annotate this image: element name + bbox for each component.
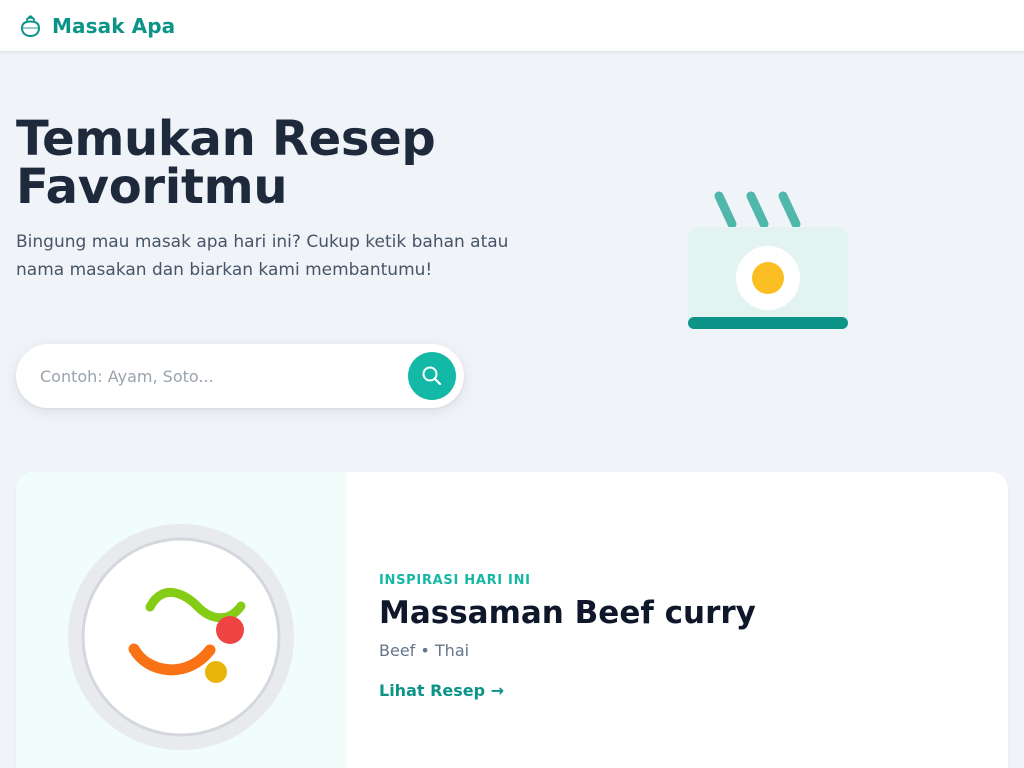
hero-illustration [686, 188, 850, 332]
hero-title-line-2: Favoritmu [16, 159, 288, 215]
recipe-title: Massaman Beef curry [379, 595, 756, 631]
brand-logo-link[interactable]: Masak Apa [18, 14, 175, 38]
hero-title-line-1: Temukan Resep [16, 111, 436, 167]
search-button[interactable] [408, 352, 456, 400]
hero-title: Temukan Resep Favoritmu [16, 115, 536, 211]
hero-description: Bingung mau masak apa hari ini? Cukup ke… [16, 232, 509, 280]
search-icon [422, 366, 442, 386]
recipe-card-body: INSPIRASI HARI INI Massaman Beef curry B… [379, 472, 979, 768]
recipe-eyebrow: INSPIRASI HARI INI [379, 573, 531, 588]
steaming-fried-egg-dish-icon [688, 191, 848, 329]
cooking-pot-icon [20, 14, 41, 37]
search-input[interactable] [40, 356, 400, 396]
brand-name: Masak Apa [52, 14, 176, 38]
plate-with-food-icon [68, 524, 294, 750]
search-bar [16, 344, 464, 408]
plate-illustration [68, 524, 294, 750]
view-recipe-link[interactable]: Lihat Resep → [379, 681, 504, 701]
recipe-meta: Beef • Thai [379, 641, 470, 660]
featured-recipe-card: INSPIRASI HARI INI Massaman Beef curry B… [16, 472, 1008, 768]
recipe-image-area [16, 472, 346, 768]
top-navbar: Masak Apa [0, 0, 1024, 52]
